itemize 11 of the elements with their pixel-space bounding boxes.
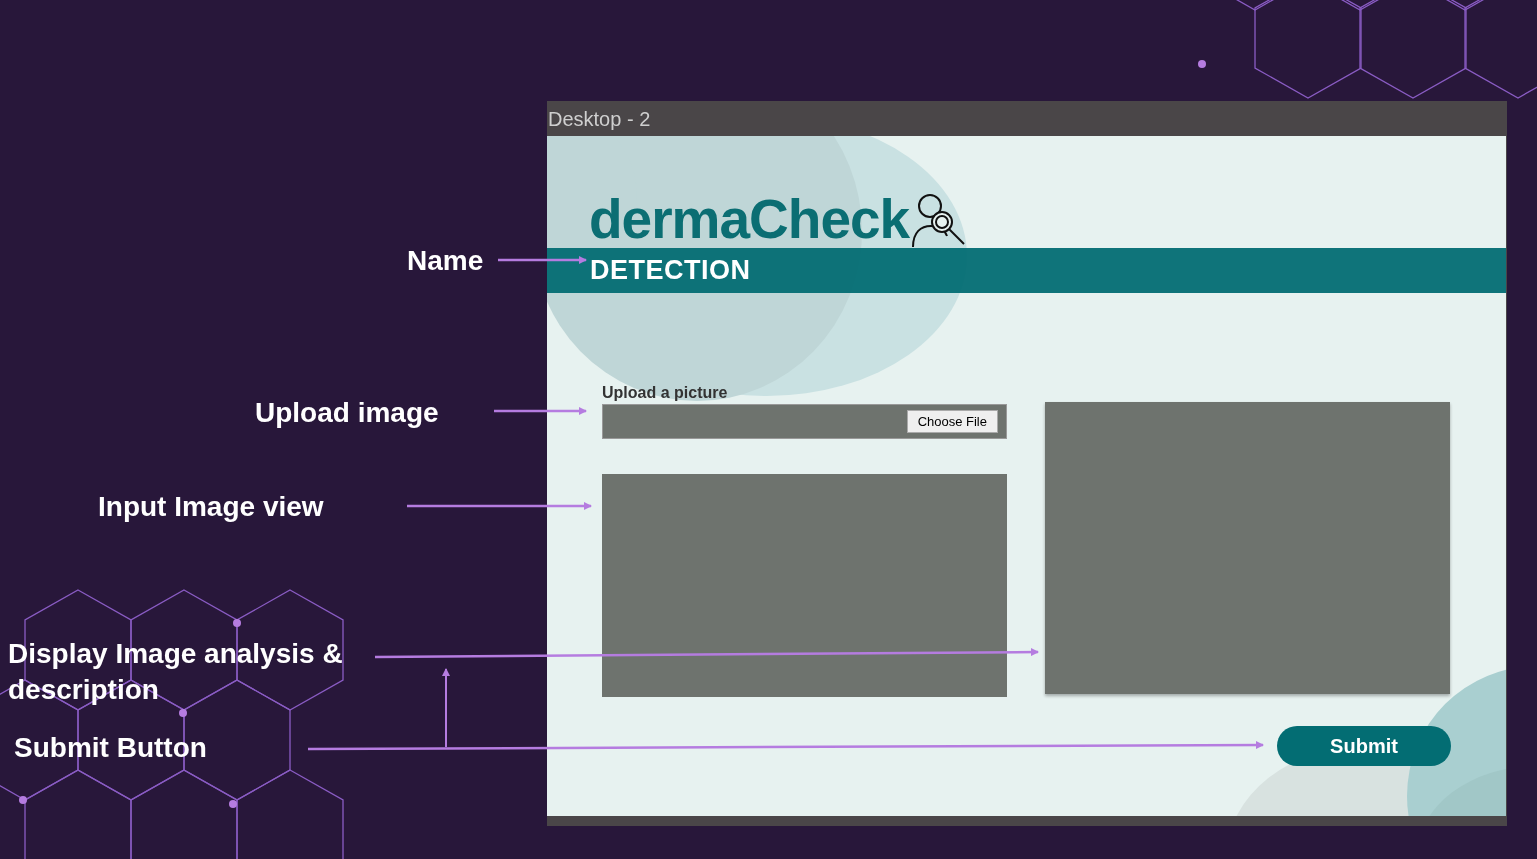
- annotation-label: Upload image: [255, 396, 439, 430]
- file-input-field[interactable]: Choose File: [602, 404, 1007, 439]
- frame-title: Desktop - 2: [547, 107, 652, 132]
- choose-file-button[interactable]: Choose File: [906, 409, 998, 434]
- annotation-label: Name: [407, 244, 484, 278]
- annotation-label: Input Image view: [98, 490, 324, 524]
- annotation-label: Submit Button: [14, 731, 207, 765]
- upload-label: Upload a picture: [602, 383, 729, 403]
- app-logo: dermaCheck: [589, 190, 910, 248]
- submit-button[interactable]: Submit: [1277, 726, 1451, 766]
- banner-title: DETECTION: [590, 254, 751, 288]
